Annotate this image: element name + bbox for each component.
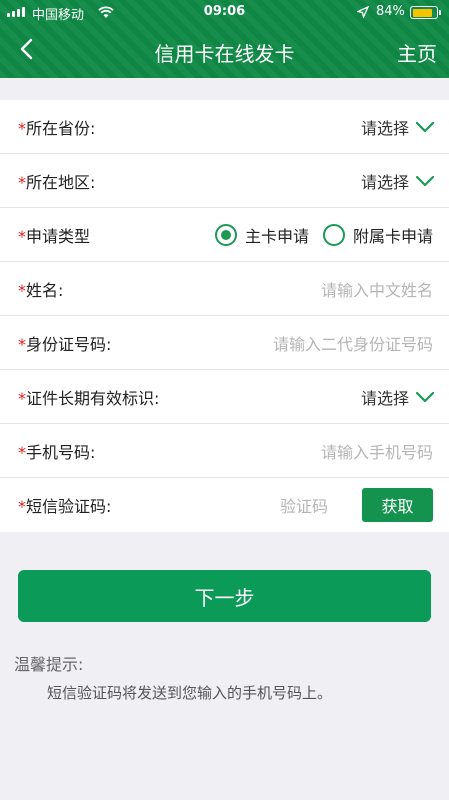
radio-selected-icon	[214, 223, 237, 246]
apply-type-label: *申请类型	[18, 226, 91, 246]
tips-text: 短信验证码将发送到您输入的手机号码上。	[47, 684, 333, 702]
id-number-label: *身份证号码:	[18, 334, 112, 354]
application-form: *所在省份: 请选择 *所在地区: 请选择 *申请类型 主卡申请 附属卡申请 *…	[0, 100, 449, 532]
phone-label: *手机号码:	[18, 442, 96, 462]
province-label: *所在省份:	[18, 118, 96, 138]
id-number-row: *身份证号码: 请输入二代身份证号码	[0, 316, 449, 370]
region-select-value: 请选择	[360, 172, 409, 192]
id-long-term-select[interactable]: 请选择	[361, 385, 435, 409]
radio-primary-card-label: 主卡申请	[244, 226, 309, 246]
province-row[interactable]: *所在省份: 请选择	[0, 100, 449, 154]
sms-code-label: *短信验证码:	[18, 497, 112, 516]
next-step-button[interactable]: 下一步	[18, 570, 431, 622]
province-select-value: 请选择	[360, 118, 409, 138]
sms-code-input[interactable]: 验证码	[280, 493, 328, 517]
app-header: 中国移动 09:06 84% 信用卡在线发卡 主页	[0, 0, 449, 78]
chevron-down-icon	[415, 175, 435, 186]
name-input[interactable]: 请输入中文姓名	[213, 277, 433, 301]
battery-percent: 84%	[376, 4, 405, 19]
id-number-input[interactable]: 请输入二代身份证号码	[213, 331, 433, 355]
nav-bar: 信用卡在线发卡 主页	[0, 24, 449, 78]
chevron-down-icon	[415, 391, 435, 402]
province-select[interactable]: 请选择	[361, 115, 435, 139]
region-row[interactable]: *所在地区: 请选择	[0, 154, 449, 208]
phone-row: *手机号码: 请输入手机号码	[0, 424, 449, 478]
status-bar: 中国移动 09:06 84%	[0, 0, 449, 24]
id-long-term-select-value: 请选择	[360, 388, 409, 408]
radio-primary-card[interactable]: 主卡申请	[214, 223, 309, 247]
id-long-term-row[interactable]: *证件长期有效标识: 请选择	[0, 370, 449, 424]
battery-icon	[410, 6, 441, 19]
chevron-down-icon	[415, 121, 435, 132]
get-code-button[interactable]: 获取	[362, 488, 433, 522]
radio-supplementary-card[interactable]: 附属卡申请	[322, 223, 433, 247]
tips-title: 温馨提示:	[14, 655, 84, 674]
apply-type-row: *申请类型 主卡申请 附属卡申请	[0, 208, 449, 262]
page-title: 信用卡在线发卡	[154, 42, 295, 66]
radio-unselected-icon	[322, 223, 345, 246]
id-long-term-label: *证件长期有效标识:	[18, 388, 160, 408]
region-select[interactable]: 请选择	[361, 169, 435, 193]
home-button[interactable]: 主页	[397, 38, 437, 67]
radio-supplementary-card-label: 附属卡申请	[352, 226, 433, 246]
name-row: *姓名: 请输入中文姓名	[0, 262, 449, 316]
name-label: *姓名:	[18, 280, 64, 300]
sms-code-row: *短信验证码: 验证码 获取	[0, 478, 449, 532]
region-label: *所在地区:	[18, 172, 96, 192]
apply-type-radio-group: 主卡申请 附属卡申请	[214, 223, 433, 247]
location-arrow-icon	[357, 6, 369, 18]
phone-input[interactable]: 请输入手机号码	[213, 439, 433, 463]
